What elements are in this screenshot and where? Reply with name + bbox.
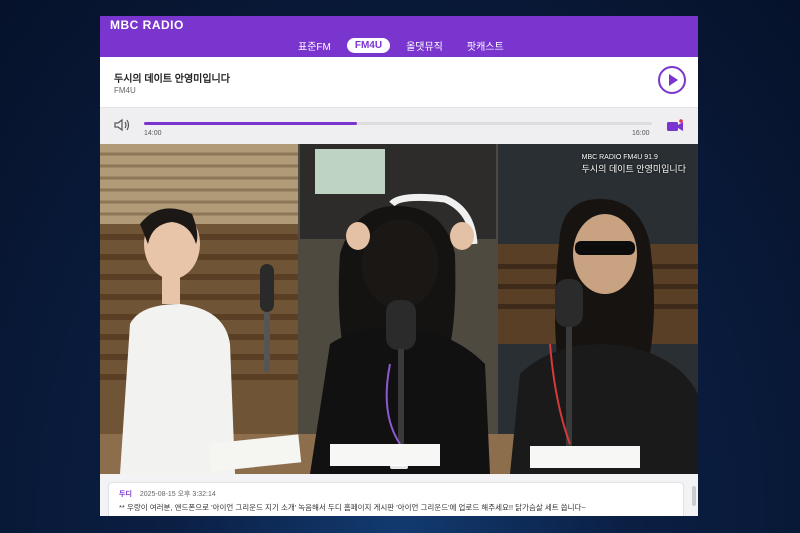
play-button[interactable]: [658, 66, 686, 94]
comment-author[interactable]: 두디: [119, 491, 132, 498]
video-drag-handle[interactable]: [390, 465, 408, 469]
end-time: 16:00: [632, 130, 650, 137]
comment-item: 두디 2025-08-15 오후 3:32:14 ** 우랑이 여러분, 앤드폰…: [108, 482, 684, 516]
broadcast-station: MBC RADIO FM4U 91.9: [581, 154, 658, 161]
play-icon: [669, 74, 678, 86]
tab-all-that-music[interactable]: 올댓뮤직: [398, 36, 451, 55]
player-controls: 14:00 16:00: [100, 108, 698, 144]
broadcast-overlay-label: MBC RADIO FM4U 91.9 두시의 데이트 안영미입니다: [582, 154, 686, 175]
show-channel: FM4U: [114, 86, 136, 95]
live-video-feed[interactable]: MBC RADIO FM4U 91.9 두시의 데이트 안영미입니다: [100, 144, 698, 474]
comments-scrollbar[interactable]: [692, 486, 696, 506]
video-camera-icon[interactable]: [666, 119, 684, 133]
studio-scene: [100, 144, 698, 474]
start-time: 14:00: [144, 130, 162, 137]
tab-fm4u[interactable]: FM4U: [346, 38, 391, 53]
now-playing-bar: 두시의 데이트 안영미입니다 FM4U: [100, 57, 698, 108]
comment-timestamp: 2025-08-15 오후 3:32:14: [139, 491, 216, 498]
progress-fill: [144, 122, 358, 125]
broadcast-show: 두시의 데이트 안영미입니다: [581, 164, 686, 174]
top-navigation-bar: MBC RADIO 표준FM FM4U 올댓뮤직 팟캐스트: [100, 16, 698, 57]
channel-tabs: 표준FM FM4U 올댓뮤직 팟캐스트: [290, 36, 512, 55]
radio-app-window: MBC RADIO 표준FM FM4U 올댓뮤직 팟캐스트 두시의 데이트 안영…: [100, 16, 698, 516]
progress-track[interactable]: [144, 122, 652, 125]
window-blinds: [100, 144, 298, 224]
comment-text: ** 우랑이 여러분, 앤드폰으로 '아이언 그리운드 지기 소개' 녹음해서 …: [119, 503, 586, 512]
show-title: 두시의 데이트 안영미입니다: [114, 74, 230, 85]
volume-icon[interactable]: [114, 118, 132, 132]
tab-podcast[interactable]: 팟캐스트: [459, 36, 512, 55]
comment-meta: 두디 2025-08-15 오후 3:32:14: [119, 489, 216, 499]
tab-standard-fm[interactable]: 표준FM: [290, 36, 339, 55]
mbc-radio-logo[interactable]: MBC RADIO: [110, 18, 184, 32]
